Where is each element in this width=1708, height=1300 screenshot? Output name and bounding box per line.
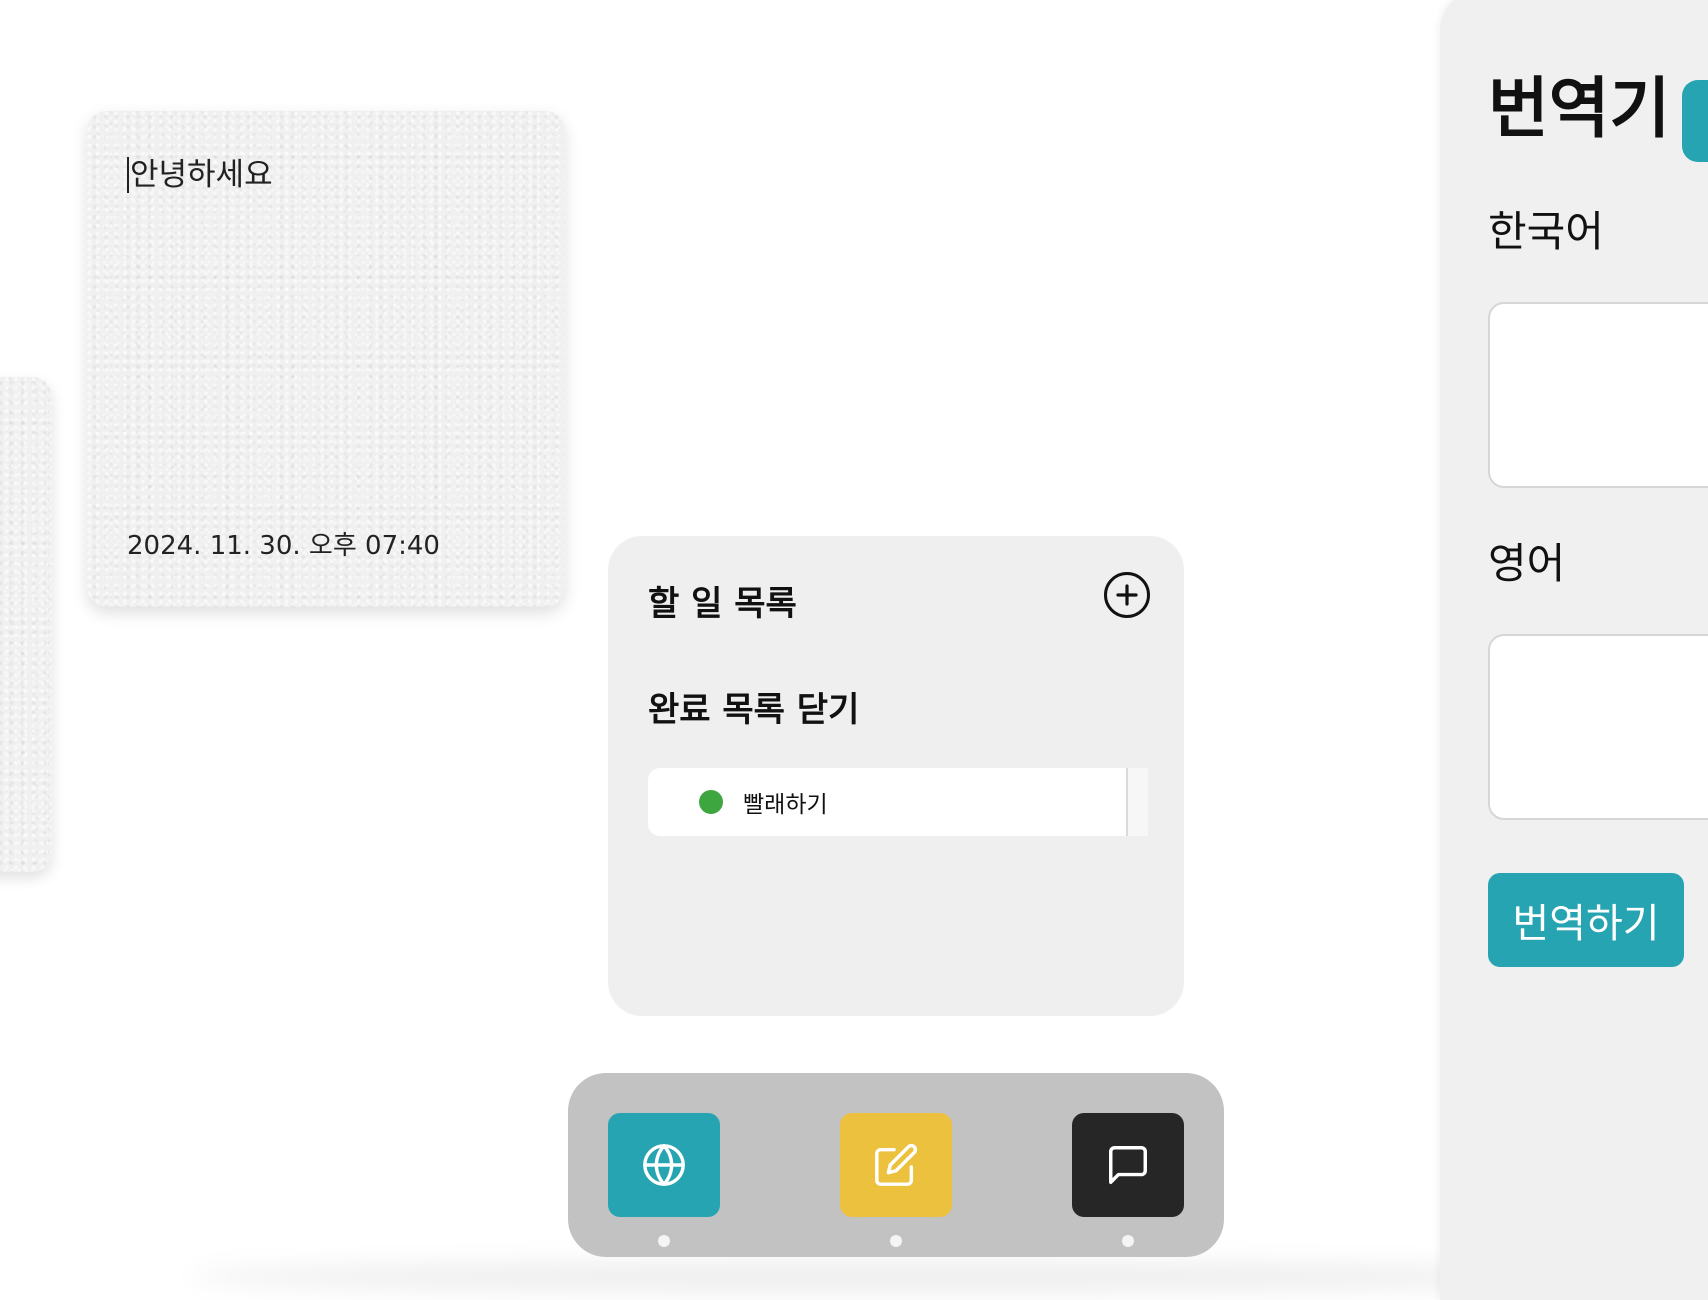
sticky-note-partial[interactable] bbox=[0, 377, 52, 872]
add-todo-button[interactable] bbox=[1104, 572, 1150, 618]
globe-icon bbox=[643, 1144, 685, 1186]
todo-item-label: 빨래하기 bbox=[743, 792, 828, 818]
dock-indicator bbox=[658, 1235, 670, 1247]
note-text[interactable]: 안녕하세요 bbox=[127, 157, 273, 193]
dock-indicator bbox=[1122, 1235, 1134, 1247]
target-language-label: 영어 bbox=[1488, 539, 1566, 588]
todo-widget: 할 일 목록 완료 목록 닫기 빨래하기 bbox=[608, 536, 1184, 1016]
note-date: 2024. 11. 30. 오후 07:40 bbox=[127, 531, 440, 561]
plus-circle-icon bbox=[1116, 584, 1138, 606]
translator-panel: 번역기 한국어 영어 번역하기 bbox=[1440, 0, 1708, 1300]
dock-notes-button[interactable] bbox=[840, 1113, 952, 1217]
edit-icon bbox=[875, 1143, 918, 1186]
target-text-output[interactable] bbox=[1488, 634, 1708, 820]
source-language-label: 한국어 bbox=[1488, 207, 1604, 256]
source-text-input[interactable] bbox=[1488, 302, 1708, 488]
dock-translator-button[interactable] bbox=[608, 1113, 720, 1217]
bottom-shadow bbox=[190, 1262, 1590, 1292]
dock bbox=[568, 1073, 1224, 1257]
toggle-completed-list[interactable]: 완료 목록 닫기 bbox=[648, 682, 859, 731]
todo-scrollbar[interactable] bbox=[1126, 768, 1148, 836]
dock-indicator bbox=[890, 1235, 902, 1247]
todo-title: 할 일 목록 bbox=[648, 584, 797, 624]
dock-chat-button[interactable] bbox=[1072, 1113, 1184, 1217]
todo-item[interactable]: 빨래하기 bbox=[648, 768, 1126, 836]
translator-title: 번역기 bbox=[1488, 70, 1671, 147]
status-dot[interactable] bbox=[699, 790, 723, 814]
chat-icon bbox=[1109, 1146, 1147, 1184]
translator-header-button[interactable] bbox=[1682, 80, 1708, 162]
translate-button[interactable]: 번역하기 bbox=[1488, 873, 1684, 967]
sticky-note[interactable]: 안녕하세요 2024. 11. 30. 오후 07:40 bbox=[87, 111, 565, 607]
